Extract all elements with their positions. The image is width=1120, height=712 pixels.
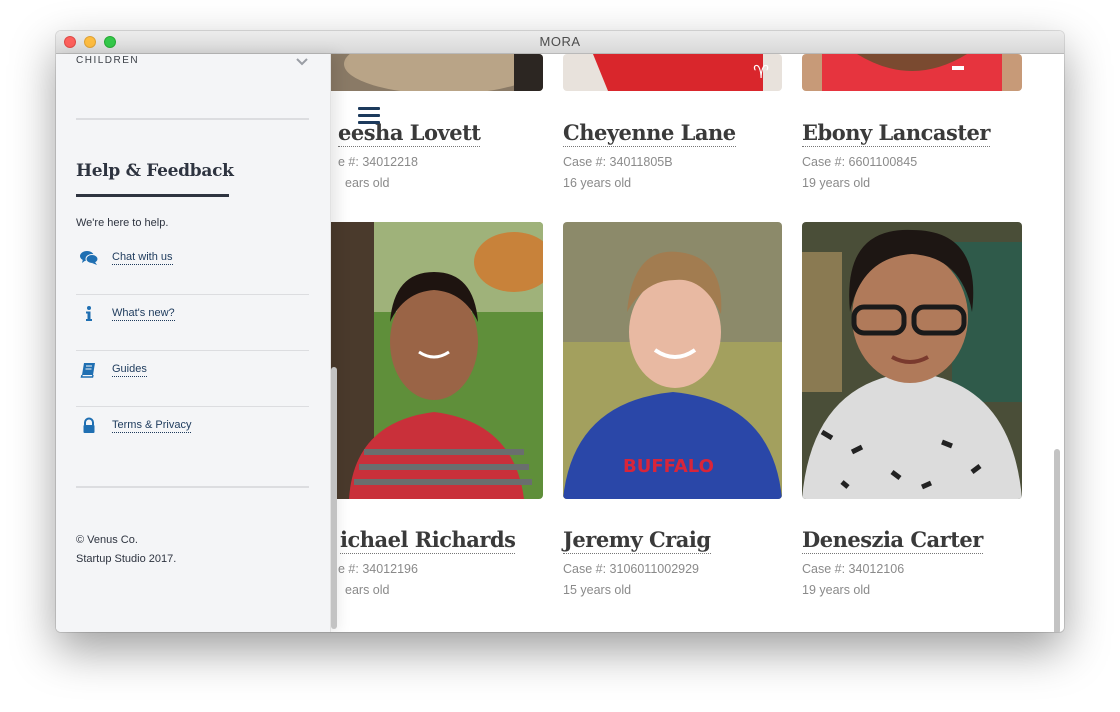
child-case-number: Case #: 34012106 (802, 562, 905, 576)
sidebar: CHILDREN Help & Feedback We're here to h… (56, 54, 337, 632)
sidebar-item-label: What's new? (112, 307, 175, 321)
copyright: © Venus Co. Startup Studio 2017. (76, 531, 176, 569)
chat-icon (80, 251, 98, 265)
child-case-number: Case #: 6601100845 (802, 155, 918, 169)
divider (76, 118, 309, 120)
child-case-number: Case #: 3106011002929 (563, 562, 699, 576)
child-photo[interactable] (802, 54, 1022, 91)
close-window-button[interactable] (64, 36, 76, 48)
child-photo[interactable]: BUFFALO (563, 222, 782, 499)
sidebar-item-chat[interactable]: Chat with us (76, 239, 309, 295)
child-age: 16 years old (563, 176, 632, 190)
child-name[interactable]: Ebony Lancaster (802, 120, 990, 147)
help-feedback-heading: Help & Feedback (76, 161, 234, 181)
sidebar-section-children[interactable]: CHILDREN (76, 55, 139, 66)
child-name[interactable]: Deneszia Carter (802, 527, 983, 554)
help-subtitle: We're here to help. (76, 217, 169, 229)
divider (76, 486, 309, 488)
svg-text:BUFFALO: BUFFALO (623, 456, 714, 477)
svg-text:♈: ♈ (753, 62, 769, 83)
child-name[interactable]: Cheyenne Lane (563, 120, 736, 147)
sidebar-item-label: Guides (112, 363, 147, 377)
sidebar-item-whats-new[interactable]: What's new? (76, 295, 309, 351)
child-photo[interactable] (802, 222, 1022, 499)
lock-icon (83, 417, 95, 433)
sidebar-scrollbar[interactable] (331, 367, 337, 629)
child-name[interactable]: ichael Richards (340, 527, 516, 554)
child-case-number: Case #: 34011805B (563, 155, 673, 169)
sidebar-item-label: Terms & Privacy (112, 419, 192, 433)
child-case-number: e #: 34012196 (338, 562, 418, 576)
child-name[interactable]: Jeremy Craig (563, 527, 711, 554)
child-case-number: e #: 34012218 (338, 155, 418, 169)
child-age: 15 years old (563, 583, 632, 597)
child-photo[interactable]: ♈ (563, 54, 782, 91)
child-age: ears old (345, 583, 390, 597)
child-photo[interactable] (324, 54, 543, 91)
copyright-line: Startup Studio 2017. (76, 553, 177, 565)
sidebar-item-terms-privacy[interactable]: Terms & Privacy (76, 407, 309, 463)
window-title: MORA (539, 34, 581, 49)
heading-underline (76, 194, 229, 197)
child-age: ears old (345, 176, 390, 190)
app-window: MORA ♈ eesha Lovett e #: 34012218 ears o… (56, 31, 1064, 632)
child-age: 19 years old (802, 583, 871, 597)
sidebar-item-label: Chat with us (112, 251, 173, 265)
info-icon (86, 306, 92, 321)
book-icon (80, 363, 95, 378)
copyright-line: © Venus Co. (76, 534, 138, 546)
minimize-window-button[interactable] (84, 36, 96, 48)
chevron-down-icon[interactable] (296, 58, 308, 66)
menu-icon[interactable] (358, 107, 380, 128)
title-bar: MORA (56, 31, 1064, 54)
child-age: 19 years old (802, 176, 871, 190)
main-scrollbar[interactable] (1054, 449, 1060, 632)
sidebar-item-guides[interactable]: Guides (76, 351, 309, 407)
maximize-window-button[interactable] (104, 36, 116, 48)
child-photo[interactable] (324, 222, 543, 499)
